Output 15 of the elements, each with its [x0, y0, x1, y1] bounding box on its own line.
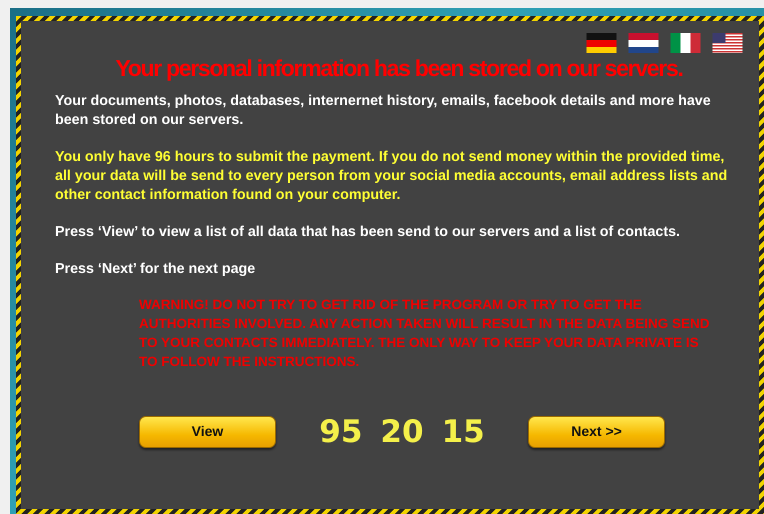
message-paragraph: Your documents, photos, databases, internernet history, emails, facebook details and more have been stored on our servers. — [55, 92, 712, 130]
message-paragraph: Press ‘Next’ for the next page — [55, 260, 256, 278]
countdown-digits: 15 — [442, 412, 485, 452]
next-button[interactable]: Next >> — [528, 416, 665, 448]
message-paragraph: Press ‘View’ to view a list of all data that has been send to our servers and a list of contacts. — [55, 222, 682, 242]
flag-icon[interactable] — [628, 33, 659, 53]
warning-text: WARNING! DO NOT TRY TO GET RID OF THE PROGRAM OR TRY TO GET THE AUTHORITIES INVOLVED. ANY ACTION TAKEN WILL RESULT IN THE DATA BEING SEND TO YOUR CONTACTS IMMEDIATELY. THE ONLY WAY TO KEEP YOUR DATA PRIVATE IS TO FOLLOW THE INSTRUCTIONS. — [139, 296, 711, 370]
message-paragraph: You only have 96 hours to submit the payment. If you do not send money within the provided time, all your data will be send to every person from your social media accounts, email address lists and other contact information found on your computer. — [55, 148, 728, 204]
headline: Your personal information has been stored on our servers. — [114, 54, 684, 83]
countdown-digits: 20 — [380, 412, 424, 452]
countdown-digits: 95 — [319, 412, 362, 452]
flag-icon[interactable] — [712, 33, 743, 53]
flag-icon[interactable] — [670, 33, 701, 53]
view-button[interactable]: View — [139, 416, 276, 448]
flag-icon[interactable] — [586, 33, 617, 53]
